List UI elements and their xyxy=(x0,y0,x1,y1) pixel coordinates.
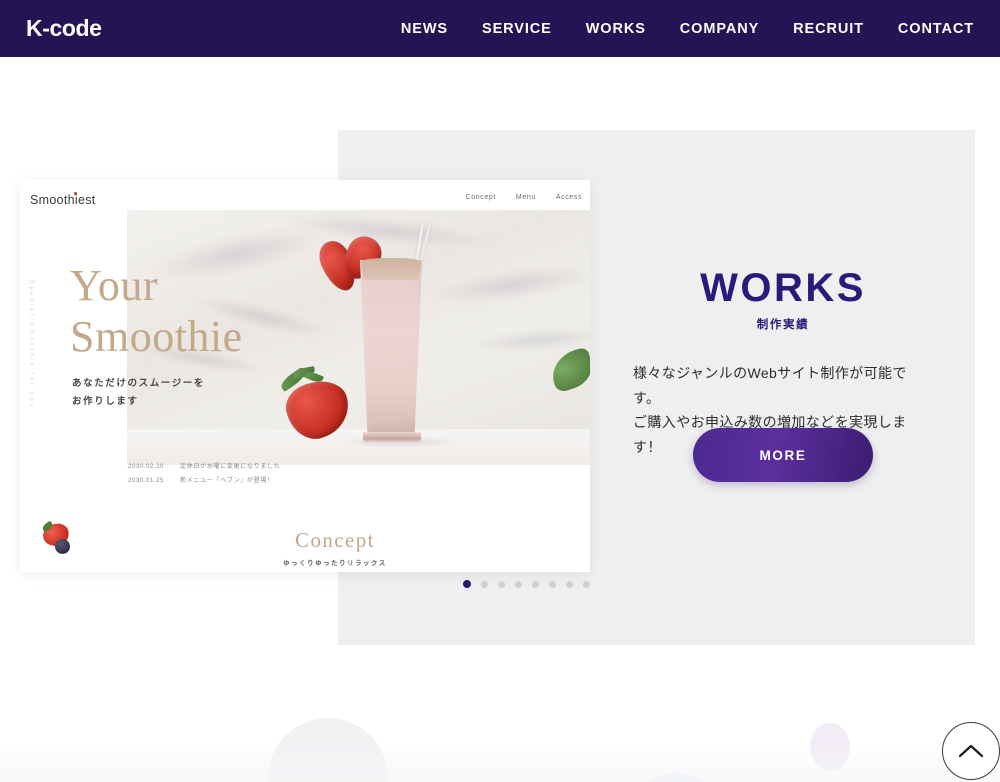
preview-news-date: 2030.02.20 xyxy=(128,463,164,470)
page-root: K-code NEWS SERVICE WORKS COMPANY RECRUI… xyxy=(0,0,1000,782)
preview-concept-title: Concept xyxy=(295,528,375,552)
preview-news-date: 2030.01.25 xyxy=(128,476,164,484)
preview-nav-concept[interactable]: Concept xyxy=(466,194,496,201)
preview-hero-title: Your Smoothie xyxy=(70,260,243,363)
decor-circle-large xyxy=(268,718,388,782)
preview-hero-subtitle-line2: お作りします xyxy=(72,395,139,407)
works-slide-preview[interactable]: Smoothiest Concept Menu Access Special S… xyxy=(20,180,590,572)
nav-item-company[interactable]: COMPANY xyxy=(680,21,759,37)
preview-concept-block: Concept ゆっくりゆったりリラックス xyxy=(230,528,440,567)
preview-hero-title-line2: Smoothie xyxy=(70,312,243,362)
slideshow-dot-4[interactable] xyxy=(515,580,522,588)
preview-concept-subtitle: ゆっくりゆったりリラックス xyxy=(283,560,387,567)
decor-circle-mint xyxy=(648,773,704,782)
preview-hero-subtitle: あなただけのスムージーを お作りします xyxy=(72,375,205,410)
preview-nav-menu[interactable]: Menu xyxy=(516,194,536,201)
preview-hero-subtitle-line1: あなただけのスムージーを xyxy=(72,378,206,389)
preview-nav-access[interactable]: Access xyxy=(556,194,582,201)
preview-site-logo-text: Smoothiest xyxy=(30,193,96,207)
preview-news-item[interactable]: 2030.01.25 新メニュー「ヘブン」が登場！ xyxy=(128,474,280,488)
preview-news-list: 2030.02.20 定休日が水曜に変更になりました 2030.01.25 新メ… xyxy=(128,460,280,487)
preview-news-text: 定休日が水曜に変更になりました xyxy=(180,463,281,470)
slideshow-pagination xyxy=(463,580,590,588)
site-header: K-code NEWS SERVICE WORKS COMPANY RECRUI… xyxy=(0,0,1000,57)
bottom-fade-overlay xyxy=(0,742,1000,782)
photo-smoothie-foam xyxy=(359,258,423,280)
slideshow-dot-7[interactable] xyxy=(566,580,573,588)
slideshow-dot-1[interactable] xyxy=(463,580,471,588)
preview-news-item[interactable]: 2030.02.20 定休日が水曜に変更になりました xyxy=(128,460,280,474)
scroll-to-top-button[interactable] xyxy=(942,722,1000,780)
preview-site-logo: Smoothiest xyxy=(30,192,96,207)
nav-item-news[interactable]: NEWS xyxy=(401,21,448,37)
logo-accent-dot xyxy=(74,192,77,195)
photo-mint-leaf xyxy=(546,346,590,394)
nav-item-contact[interactable]: CONTACT xyxy=(898,21,974,37)
preview-vertical-tagline: Special Smoothie for you xyxy=(28,280,34,410)
works-subheading: 制作実績 xyxy=(756,319,810,331)
chevron-up-icon xyxy=(958,744,984,758)
photo-smoothie-glass xyxy=(359,260,423,436)
slideshow-dot-5[interactable] xyxy=(532,580,539,588)
main-navigation: NEWS SERVICE WORKS COMPANY RECRUIT CONTA… xyxy=(401,21,974,37)
brand-logo[interactable]: K-code xyxy=(26,15,102,42)
berry-blueberry-shape xyxy=(55,539,70,554)
works-more-button[interactable]: MORE xyxy=(693,428,873,482)
preview-hero-title-line1: Your xyxy=(70,261,159,310)
preview-news-text: 新メニュー「ヘブン」が登場！ xyxy=(180,476,274,484)
slideshow-dot-6[interactable] xyxy=(549,580,556,588)
works-heading: WORKS xyxy=(700,266,866,310)
preview-berry-illustration xyxy=(40,520,77,562)
slideshow-dot-8[interactable] xyxy=(583,580,590,588)
decor-circle-lavender xyxy=(810,723,850,771)
slideshow-dot-2[interactable] xyxy=(481,580,488,588)
nav-item-recruit[interactable]: RECRUIT xyxy=(793,21,864,37)
nav-item-works[interactable]: WORKS xyxy=(586,21,646,37)
slideshow-dot-3[interactable] xyxy=(498,580,505,588)
photo-glass-base xyxy=(363,432,421,444)
preview-site-nav: Concept Menu Access xyxy=(466,194,582,201)
nav-item-service[interactable]: SERVICE xyxy=(482,21,552,37)
